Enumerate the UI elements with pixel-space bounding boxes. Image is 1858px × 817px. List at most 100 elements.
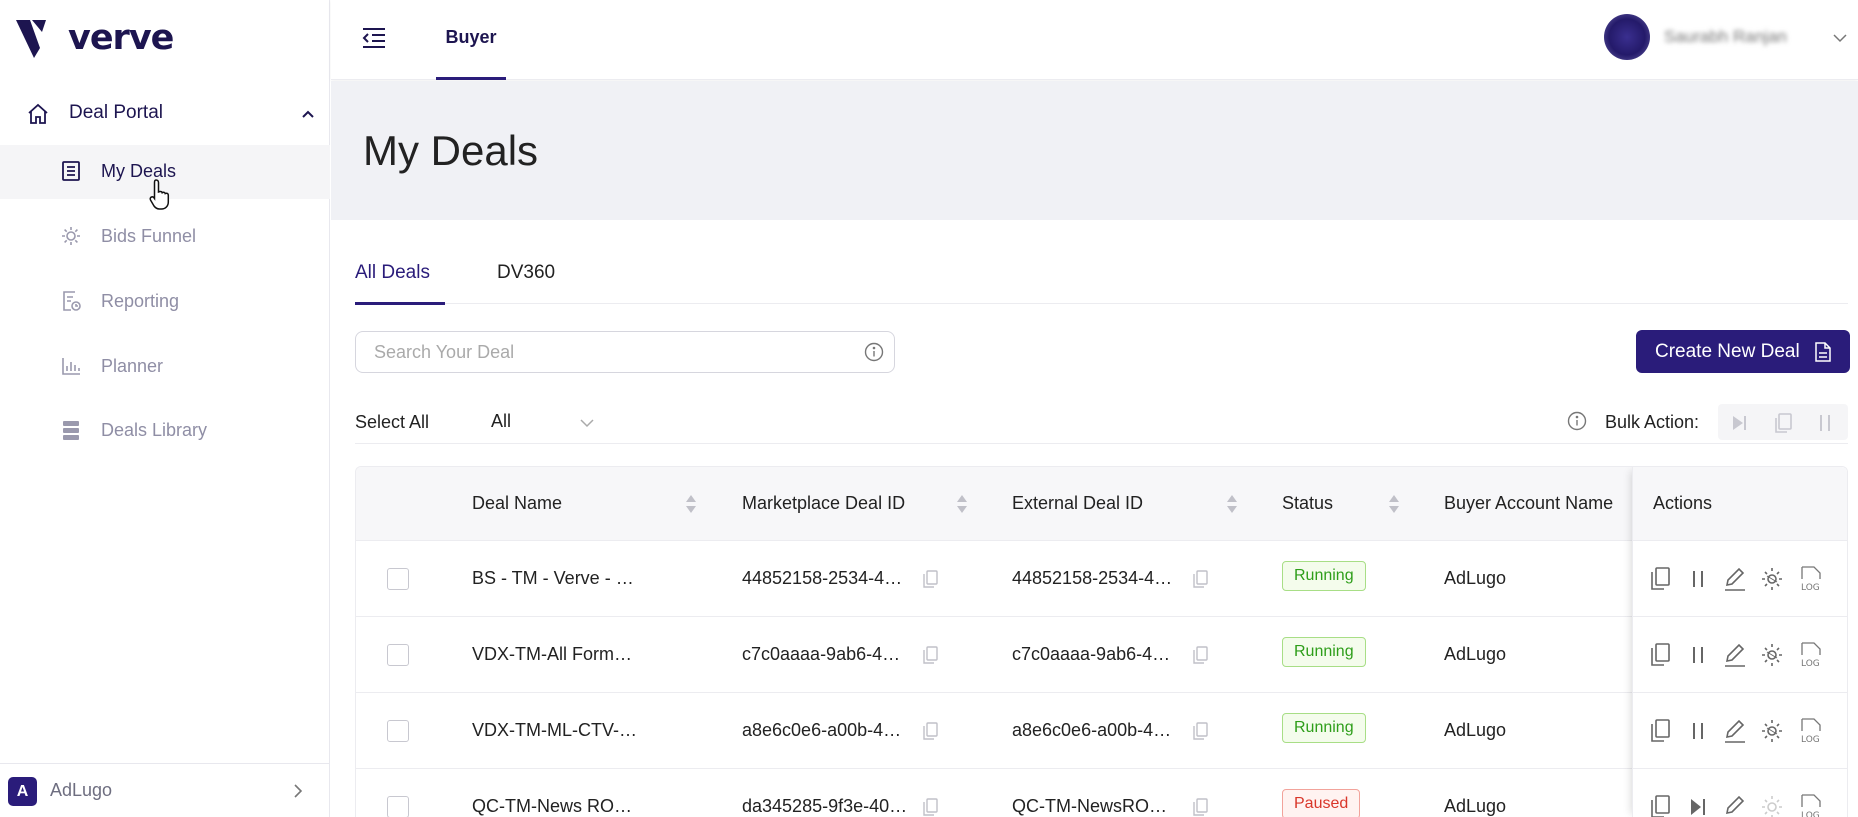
- deal-name[interactable]: QC-TM-News RO…: [472, 796, 632, 817]
- header-tab-buyer[interactable]: Buyer: [436, 0, 506, 80]
- play-next-icon[interactable]: [1728, 412, 1750, 434]
- pause-icon[interactable]: [1814, 412, 1836, 434]
- settings-gear-icon[interactable]: [1759, 641, 1785, 669]
- status-badge: Paused: [1282, 789, 1361, 817]
- column-header-buyer-account-name[interactable]: Buyer Account Name: [1444, 493, 1613, 514]
- sidebar-item-label: Deals Library: [101, 420, 208, 440]
- column-header-marketplace-deal-id[interactable]: Marketplace Deal ID: [742, 493, 905, 514]
- sidebar-item-deals-library[interactable]: Deals Library: [0, 404, 330, 458]
- log-icon[interactable]: LOG: [1798, 565, 1824, 593]
- copy-icon[interactable]: [922, 570, 938, 588]
- sort-icon[interactable]: [685, 493, 697, 515]
- edit-icon[interactable]: [1722, 793, 1748, 817]
- status-badge: Running: [1282, 713, 1366, 743]
- deals-table: Deal Name Marketplace Deal ID External D…: [355, 466, 1848, 817]
- select-all-label[interactable]: Select All: [355, 412, 429, 433]
- row-checkbox[interactable]: [387, 568, 409, 590]
- verve-logo[interactable]: verve: [16, 18, 174, 58]
- table-row: BS - TM - Verve - … 44852158-2534-4… 448…: [356, 541, 1847, 617]
- sort-icon[interactable]: [1388, 493, 1400, 515]
- column-header-status[interactable]: Status: [1282, 493, 1333, 514]
- bulk-action-buttons: [1718, 404, 1848, 440]
- marketplace-deal-id: c7c0aaaa-9ab6-4…: [742, 644, 901, 664]
- table-row: QC-TM-News RO… da345285-9f3e-40… QC-TM-N…: [356, 769, 1847, 817]
- collapse-menu-icon[interactable]: [361, 26, 387, 50]
- search-input[interactable]: [374, 332, 844, 372]
- copy-icon[interactable]: [1192, 646, 1208, 664]
- copy-icon[interactable]: [1647, 641, 1673, 669]
- copy-icon[interactable]: [1647, 717, 1673, 745]
- edit-icon[interactable]: [1722, 565, 1748, 593]
- document-icon: [1815, 342, 1831, 362]
- copy-icon[interactable]: [1647, 793, 1673, 817]
- external-deal-id: c7c0aaaa-9ab6-4…: [1012, 644, 1171, 664]
- copy-icon[interactable]: [922, 646, 938, 664]
- status-badge: Running: [1282, 637, 1366, 667]
- edit-icon[interactable]: [1722, 641, 1748, 669]
- sidebar: verve Deal Portal My Deals Bids Funnel R…: [0, 0, 330, 817]
- sidebar-section-deal-portal[interactable]: Deal Portal: [0, 88, 330, 138]
- settings-gear-icon[interactable]: [1759, 793, 1785, 817]
- copy-icon[interactable]: [1192, 798, 1208, 816]
- row-checkbox[interactable]: [387, 796, 409, 817]
- account-switcher[interactable]: A AdLugo: [0, 763, 330, 817]
- deal-name[interactable]: BS - TM - Verve - …: [472, 568, 634, 589]
- pause-icon[interactable]: [1685, 565, 1711, 593]
- chevron-right-icon[interactable]: [290, 783, 306, 799]
- sort-icon[interactable]: [956, 493, 968, 515]
- info-icon[interactable]: [1567, 411, 1587, 431]
- active-tab-underline: [355, 302, 445, 305]
- svg-text:LOG: LOG: [1801, 659, 1820, 669]
- pause-icon[interactable]: [1685, 717, 1711, 745]
- tab-dv360[interactable]: DV360: [497, 240, 567, 304]
- log-icon[interactable]: LOG: [1798, 793, 1824, 817]
- tab-label: DV360: [497, 262, 556, 283]
- copy-icon[interactable]: [1192, 722, 1208, 740]
- settings-gear-icon[interactable]: [1759, 565, 1785, 593]
- row-actions: LOG: [1633, 541, 1847, 617]
- copy-icon[interactable]: [1647, 565, 1673, 593]
- bulk-action-label: Bulk Action:: [1605, 412, 1700, 432]
- sidebar-item-planner[interactable]: Planner: [0, 340, 330, 394]
- row-checkbox[interactable]: [387, 720, 409, 742]
- log-icon[interactable]: LOG: [1798, 641, 1824, 669]
- sidebar-item-label: Bids Funnel: [101, 226, 197, 246]
- table-row: VDX-TM-ML-CTV-… a8e6c0e6-a00b-4… a8e6c0e…: [356, 693, 1847, 769]
- sidebar-item-reporting[interactable]: Reporting: [0, 275, 330, 329]
- column-header-external-deal-id[interactable]: External Deal ID: [1012, 493, 1143, 514]
- create-new-deal-button[interactable]: Create New Deal: [1636, 330, 1850, 373]
- svg-text:LOG: LOG: [1801, 735, 1820, 745]
- resume-icon[interactable]: [1685, 793, 1711, 817]
- deals-library-icon: [63, 421, 79, 440]
- settings-gear-icon[interactable]: [1759, 717, 1785, 745]
- copy-icon[interactable]: [922, 722, 938, 740]
- external-deal-id: a8e6c0e6-a00b-4…: [1012, 720, 1172, 740]
- copy-icon[interactable]: [1772, 412, 1794, 434]
- avatar: [1604, 14, 1650, 60]
- column-header-deal-name[interactable]: Deal Name: [472, 493, 562, 514]
- edit-icon[interactable]: [1722, 717, 1748, 745]
- copy-icon[interactable]: [1192, 570, 1208, 588]
- my-deals-icon: [62, 161, 80, 181]
- user-menu[interactable]: Saurabh Ranjan: [1598, 12, 1858, 62]
- buyer-account-name: AdLugo: [1444, 644, 1507, 664]
- sort-icon[interactable]: [1226, 493, 1238, 515]
- log-icon[interactable]: LOG: [1798, 717, 1824, 745]
- info-icon[interactable]: [864, 342, 884, 362]
- tab-all-deals[interactable]: All Deals: [355, 240, 445, 305]
- chevron-up-icon[interactable]: [300, 106, 316, 122]
- account-badge: A: [8, 777, 37, 806]
- sidebar-item-bids-funnel[interactable]: Bids Funnel: [0, 210, 330, 264]
- deal-tabs: All Deals DV360: [355, 240, 1848, 305]
- row-checkbox[interactable]: [387, 644, 409, 666]
- filter-value: All: [491, 411, 512, 431]
- deal-name[interactable]: VDX-TM-All Form…: [472, 644, 632, 665]
- deal-name[interactable]: VDX-TM-ML-CTV-…: [472, 720, 637, 741]
- marketplace-deal-id: da345285-9f3e-40…: [742, 796, 908, 816]
- brand-name: verve: [68, 18, 174, 58]
- page-title: My Deals: [363, 127, 539, 174]
- copy-icon[interactable]: [922, 798, 938, 816]
- status-filter-select[interactable]: All: [491, 406, 611, 436]
- pause-icon[interactable]: [1685, 641, 1711, 669]
- chevron-down-icon[interactable]: [1832, 30, 1848, 46]
